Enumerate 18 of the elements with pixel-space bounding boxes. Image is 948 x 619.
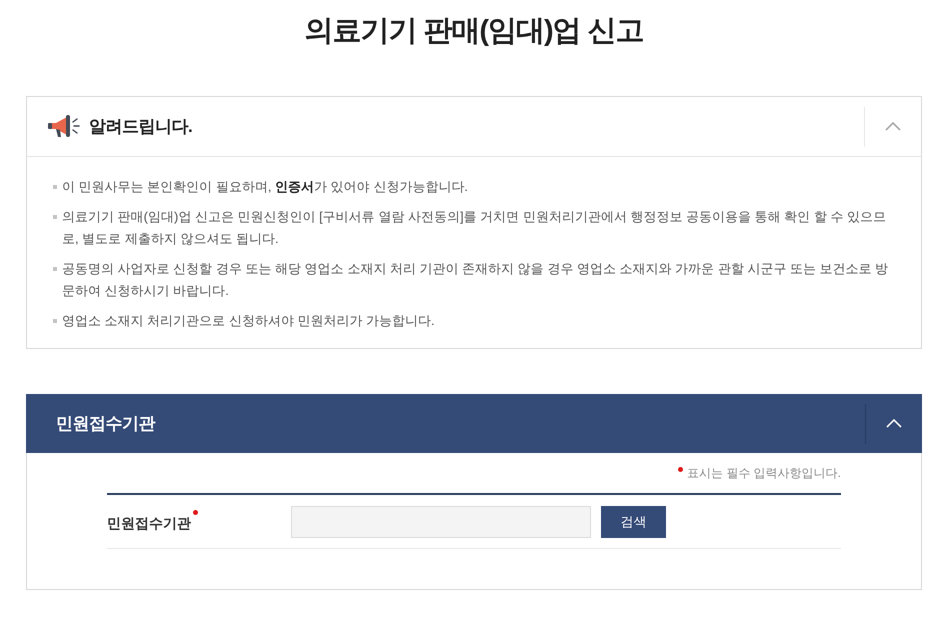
notice-title: 알려드립니다. — [89, 116, 192, 138]
notice-text: 의료기기 판매(임대)업 신고은 민원신청인이 [구비서류 열람 사전동의]를 거치면 민원처리기관에서 행정정보 공동이용을 통해 확인 할 수 있으므로, 별도로 제출하지 않으셔도 됩니다. — [62, 208, 888, 248]
bullet-icon — [53, 319, 57, 323]
notice-text: 이 민원사무는 본인확인이 필요하며, 인증서가 있어야 신청가능합니다. — [62, 178, 468, 196]
megaphone-icon — [47, 114, 81, 140]
page-title: 의료기기 판매(임대)업 신고 — [304, 14, 644, 49]
search-button[interactable]: 검색 — [601, 506, 666, 538]
chevron-up-icon — [886, 419, 902, 428]
notice-text: 영업소 소재지 처리기관으로 신청하셔야 민원처리가 가능합니다. — [62, 312, 435, 330]
required-note: 표시는 필수 입력사항입니다. — [686, 465, 841, 482]
bullet-icon — [53, 185, 57, 189]
chevron-up-icon — [885, 122, 901, 131]
field-label: 민원접수기관 — [107, 514, 191, 533]
bullet-icon — [53, 267, 57, 271]
bullet-icon — [53, 215, 57, 219]
section-title: 민원접수기관 — [56, 412, 155, 435]
notice-text: 공동명의 사업자로 신청할 경우 또는 해당 영업소 소재지 처리 기관이 존재하지 않을 경우 영업소 소재지와 가까운 관할 시군구 또는 보건소로 방문하여 신청하시기 바랍니다. — [62, 260, 890, 300]
input-field[interactable] — [291, 506, 591, 538]
